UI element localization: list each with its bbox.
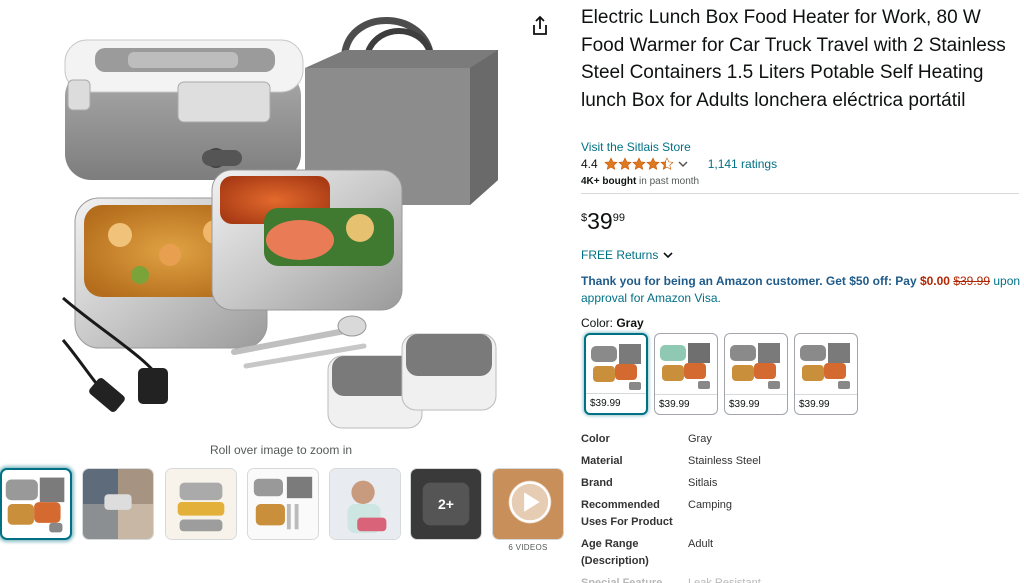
- product-title: Electric Lunch Box Food Heater for Work,…: [581, 7, 1006, 111]
- star-icon: [603, 157, 618, 170]
- share-icon[interactable]: [528, 14, 552, 38]
- color-swatches: $39.99 $39.99 $39.99 $39.99: [584, 333, 884, 417]
- play-icon: [493, 469, 563, 539]
- chevron-down-icon: [663, 252, 673, 259]
- thumbnail-strip: 2+: [0, 468, 566, 543]
- star-icon: [645, 157, 660, 170]
- thumbnail-5[interactable]: [329, 468, 401, 540]
- spec-key: Color: [581, 433, 610, 445]
- spec-value: Sitlais: [688, 477, 718, 489]
- color-swatch-4[interactable]: $39.99: [794, 333, 858, 415]
- star-icon: [617, 157, 632, 170]
- spec-value: Camping: [688, 499, 733, 511]
- swatch-price: $39.99: [795, 394, 857, 414]
- videos-count-label: 6 VIDEOS: [508, 543, 548, 552]
- swatch-price: $39.99: [725, 394, 787, 414]
- star-rating[interactable]: [603, 157, 674, 171]
- spec-value: Stainless Steel: [688, 455, 761, 467]
- price: $ 39 99: [581, 208, 625, 234]
- thumbnail-video[interactable]: [492, 468, 564, 540]
- swatch-price: $39.99: [655, 394, 717, 414]
- rating-value: 4.4: [581, 157, 598, 171]
- thumbnail-3[interactable]: [165, 468, 237, 540]
- swatch-thumbnail: [730, 343, 780, 389]
- swatch-thumbnail: [591, 344, 641, 390]
- store-link[interactable]: Visit the Sitlais Store: [581, 140, 691, 154]
- ratings-count-link[interactable]: 1,141 ratings: [708, 157, 777, 171]
- color-swatch-2[interactable]: $39.99: [654, 333, 718, 415]
- thumbnail-1[interactable]: [0, 468, 72, 540]
- zoom-hint: Roll over image to zoom in: [209, 443, 353, 457]
- divider: [581, 193, 1019, 194]
- product-photo: [61, 17, 498, 429]
- spec-key: Brand: [581, 477, 613, 489]
- spec-key: Age Range (Description): [581, 538, 649, 567]
- thumbnail-6-more[interactable]: 2+: [410, 468, 482, 540]
- amazon-visa-promo[interactable]: Thank you for being an Amazon customer. …: [581, 273, 1021, 307]
- thumbnail-4[interactable]: [247, 468, 319, 540]
- free-returns-link[interactable]: FREE Returns: [581, 248, 673, 262]
- spec-value: Gray: [688, 433, 712, 445]
- more-images-count: 2+: [438, 496, 454, 512]
- swatch-price: $39.99: [586, 393, 646, 413]
- star-icon: [659, 157, 674, 170]
- spec-value: Adult: [688, 538, 714, 550]
- chevron-down-icon[interactable]: [678, 159, 688, 169]
- color-selection-label: Color: Gray: [581, 316, 644, 330]
- spec-key: Material: [581, 455, 623, 467]
- swatch-thumbnail: [660, 343, 710, 389]
- bought-in-past-month: 4K+ bought in past month: [581, 176, 700, 187]
- color-swatch-3[interactable]: $39.99: [724, 333, 788, 415]
- main-product-image[interactable]: [0, 0, 560, 440]
- rating-row: 4.4 1,141 ratings: [581, 156, 777, 172]
- star-icon: [631, 157, 646, 170]
- spec-value: Leak Resistant: [688, 577, 761, 583]
- swatch-thumbnail: [800, 343, 850, 389]
- spec-key: Recommended Uses For Product: [581, 499, 673, 528]
- thumbnail-2[interactable]: [82, 468, 154, 540]
- spec-key: Special Feature: [581, 577, 663, 583]
- color-swatch-1[interactable]: $39.99: [584, 333, 648, 415]
